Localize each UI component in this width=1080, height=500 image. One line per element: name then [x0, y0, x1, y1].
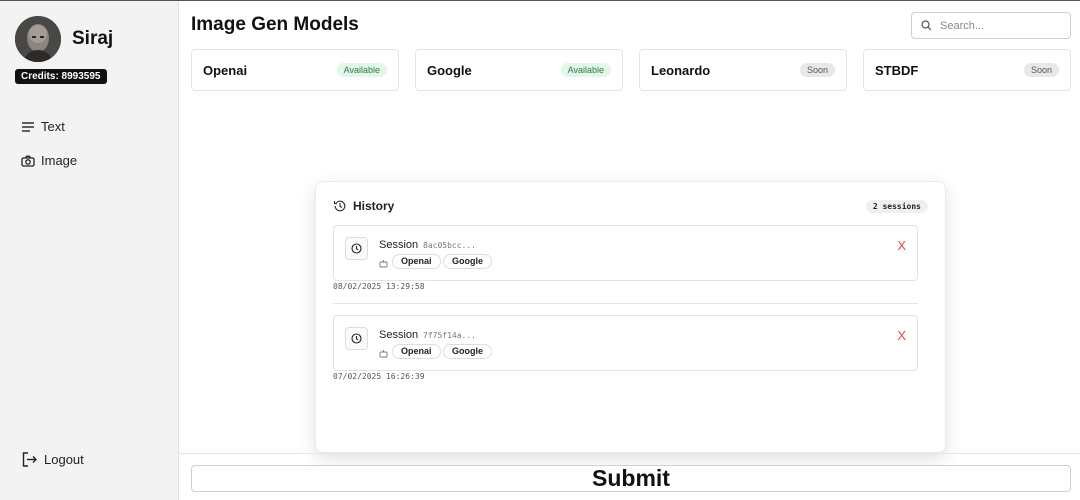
camera-icon	[21, 155, 35, 167]
session-count-badge: 2 sessions	[865, 200, 928, 213]
sidebar-item-label: Image	[41, 153, 78, 168]
session-timestamp: 07/02/2025 16:26:39	[333, 372, 425, 381]
status-badge: Soon	[1023, 63, 1059, 77]
credits-badge: Credits: 8993595	[15, 69, 107, 84]
logout-label: Logout	[44, 452, 84, 467]
model-chip: Google	[443, 344, 492, 359]
status-badge: Available	[560, 63, 611, 77]
avatar-image	[15, 16, 61, 62]
session-timestamp: 08/02/2025 13:29:58	[333, 282, 425, 291]
model-chip: Openai	[392, 254, 441, 269]
model-name: Openai	[203, 62, 248, 78]
model-card-google[interactable]: Google Available	[415, 49, 623, 91]
submit-button[interactable]: Submit	[191, 465, 1071, 492]
session-id: 8ac05bcc...	[423, 241, 476, 250]
username: Siraj	[72, 28, 114, 49]
sidebar: Siraj Credits: 8993595 Text Image Logout	[0, 1, 179, 500]
model-chip: Openai	[392, 344, 441, 359]
user-profile: Siraj	[15, 16, 113, 62]
session-clock-icon-box	[345, 327, 368, 350]
page-title: Image Gen Models	[191, 14, 359, 35]
avatar	[15, 16, 61, 62]
history-header: History	[333, 199, 394, 213]
model-card-openai[interactable]: Openai Available	[191, 49, 399, 91]
sidebar-item-image[interactable]: Image	[21, 153, 77, 168]
history-title: History	[353, 199, 395, 213]
clock-icon	[351, 243, 362, 254]
status-badge: Available	[336, 63, 387, 77]
delete-session-button[interactable]: X	[897, 238, 906, 253]
history-icon	[333, 200, 346, 212]
session-clock-icon-box	[345, 237, 368, 260]
session-label: Session	[379, 239, 419, 251]
app-root: Siraj Credits: 8993595 Text Image Logout…	[0, 0, 1080, 500]
logout-button[interactable]: Logout	[21, 451, 84, 468]
model-name: STBDF	[875, 62, 919, 78]
bot-icon	[379, 260, 388, 268]
divider	[333, 303, 918, 304]
session-label: Session	[379, 329, 419, 341]
bot-icon	[379, 350, 388, 358]
session-card[interactable]: Session 7f75f14a... Openai Google X	[333, 315, 918, 371]
session-id: 7f75f14a...	[423, 331, 476, 340]
model-name: Google	[427, 62, 472, 78]
sidebar-item-text[interactable]: Text	[21, 119, 65, 134]
model-card-leonardo[interactable]: Leonardo Soon	[639, 49, 847, 91]
model-chip: Google	[443, 254, 492, 269]
history-panel: History 2 sessions Session 8ac05bcc... O…	[315, 181, 946, 453]
delete-session-button[interactable]: X	[897, 328, 906, 343]
sidebar-item-label: Text	[41, 119, 65, 134]
clock-icon	[351, 333, 362, 344]
search-icon	[921, 20, 932, 31]
status-badge: Soon	[799, 63, 835, 77]
model-card-stbdf[interactable]: STBDF Soon	[863, 49, 1071, 91]
session-card[interactable]: Session 8ac05bcc... Openai Google X	[333, 225, 918, 281]
divider	[179, 453, 1080, 454]
search-box[interactable]	[911, 12, 1071, 39]
logout-icon	[22, 452, 37, 467]
model-name: Leonardo	[651, 62, 711, 78]
text-lines-icon	[22, 121, 34, 132]
search-input[interactable]	[940, 19, 1060, 32]
